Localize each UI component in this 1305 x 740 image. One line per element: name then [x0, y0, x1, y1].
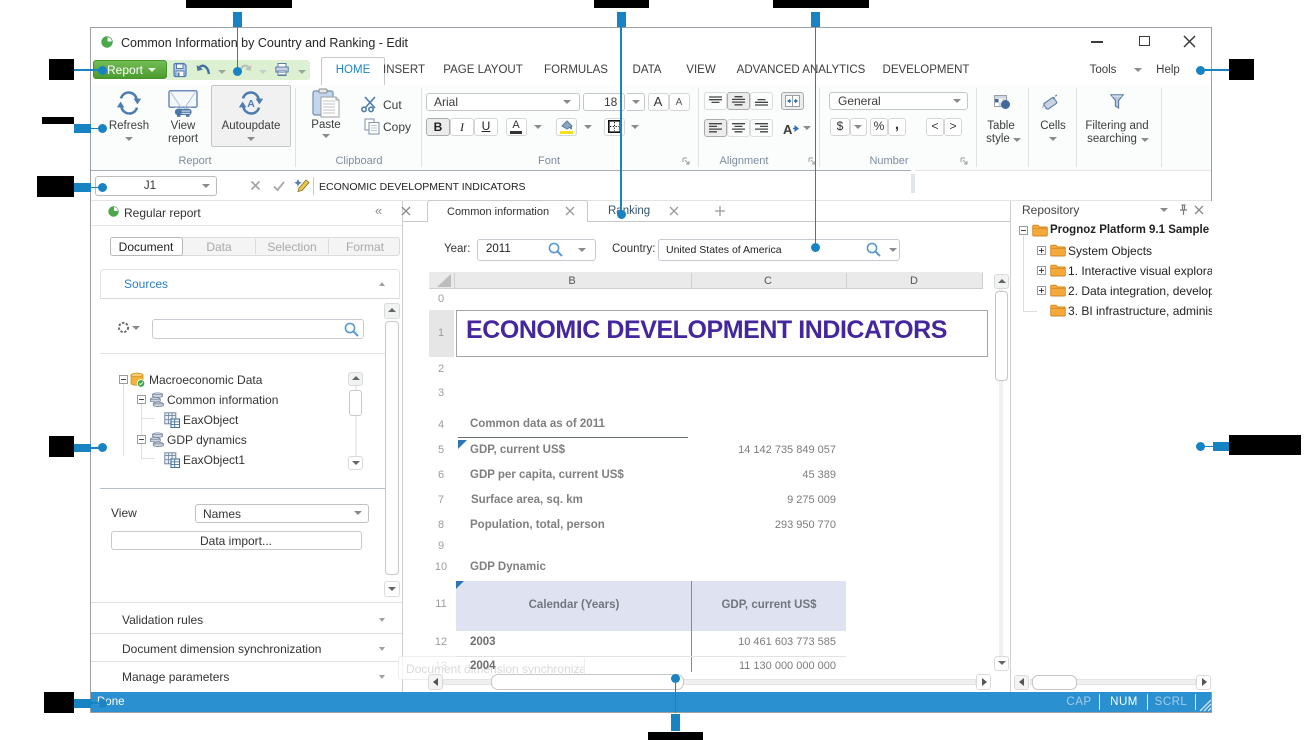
svg-text:A: A — [783, 122, 793, 137]
svg-text:A: A — [247, 98, 255, 110]
